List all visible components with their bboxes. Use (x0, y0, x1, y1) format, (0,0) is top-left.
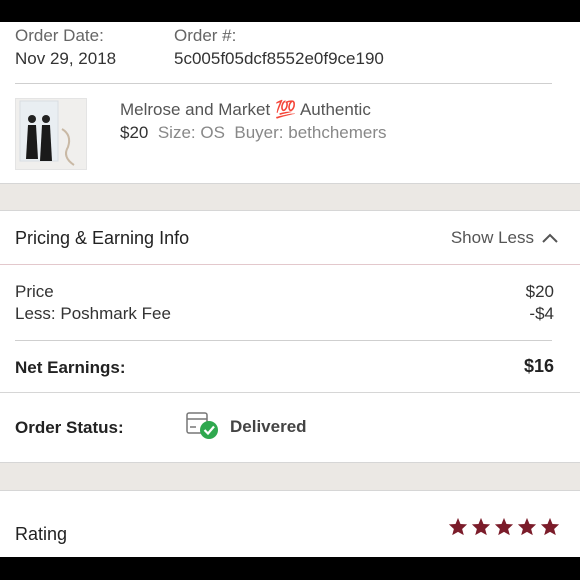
package-delivered-icon (186, 410, 220, 445)
item-title-prefix: Melrose and Market (120, 100, 271, 119)
star-icon (540, 517, 560, 536)
star-icon (494, 517, 514, 536)
fee-label: Less: Poshmark Fee (15, 304, 171, 323)
item-meta: $20 Size: OS Buyer: bethchemers (120, 123, 387, 143)
order-status-value: Delivered (230, 417, 307, 436)
star-icon (517, 517, 537, 536)
item-thumbnail[interactable] (15, 98, 87, 170)
chevron-up-icon (542, 233, 558, 243)
rating-stars (448, 517, 560, 536)
section-spacer (0, 463, 580, 490)
section-spacer (0, 184, 580, 210)
fee-value: -$4 (529, 304, 554, 323)
order-number-value: 5c005f05dcf8552e0f9ce190 (174, 49, 384, 68)
star-icon (448, 517, 468, 536)
order-status-label: Order Status: (15, 418, 124, 437)
item-title[interactable]: Melrose and Market 💯 Authentic (120, 100, 371, 120)
item-price: $20 (120, 123, 149, 142)
order-date-label: Order Date: (15, 26, 104, 45)
order-details-screen: Order Date: Nov 29, 2018 Order #: 5c005f… (0, 22, 580, 557)
item-buyer-label: Buyer: (234, 123, 284, 142)
divider (15, 83, 552, 84)
net-earnings-label: Net Earnings: (15, 358, 126, 377)
order-date-value: Nov 29, 2018 (15, 49, 117, 68)
price-label: Price (15, 282, 54, 301)
item-size-label: Size: (157, 123, 196, 142)
divider (0, 490, 580, 491)
item-size-value: OS (200, 123, 225, 142)
show-less-toggle[interactable]: Show Less (451, 228, 558, 248)
divider (0, 210, 580, 211)
star-icon (471, 517, 491, 536)
item-buyer-value[interactable]: bethchemers (288, 123, 386, 142)
hundred-emoji-icon: 💯 (274, 100, 297, 119)
item-title-suffix: Authentic (299, 100, 371, 119)
show-less-label: Show Less (450, 228, 534, 247)
divider (15, 340, 552, 341)
net-earnings-value: $16 (523, 356, 554, 376)
rating-label: Rating (15, 524, 68, 544)
divider (0, 264, 580, 265)
order-number-label: Order #: (174, 26, 237, 45)
divider (0, 392, 580, 393)
price-value: $20 (525, 282, 554, 301)
pricing-section-title: Pricing & Earning Info (15, 228, 190, 248)
